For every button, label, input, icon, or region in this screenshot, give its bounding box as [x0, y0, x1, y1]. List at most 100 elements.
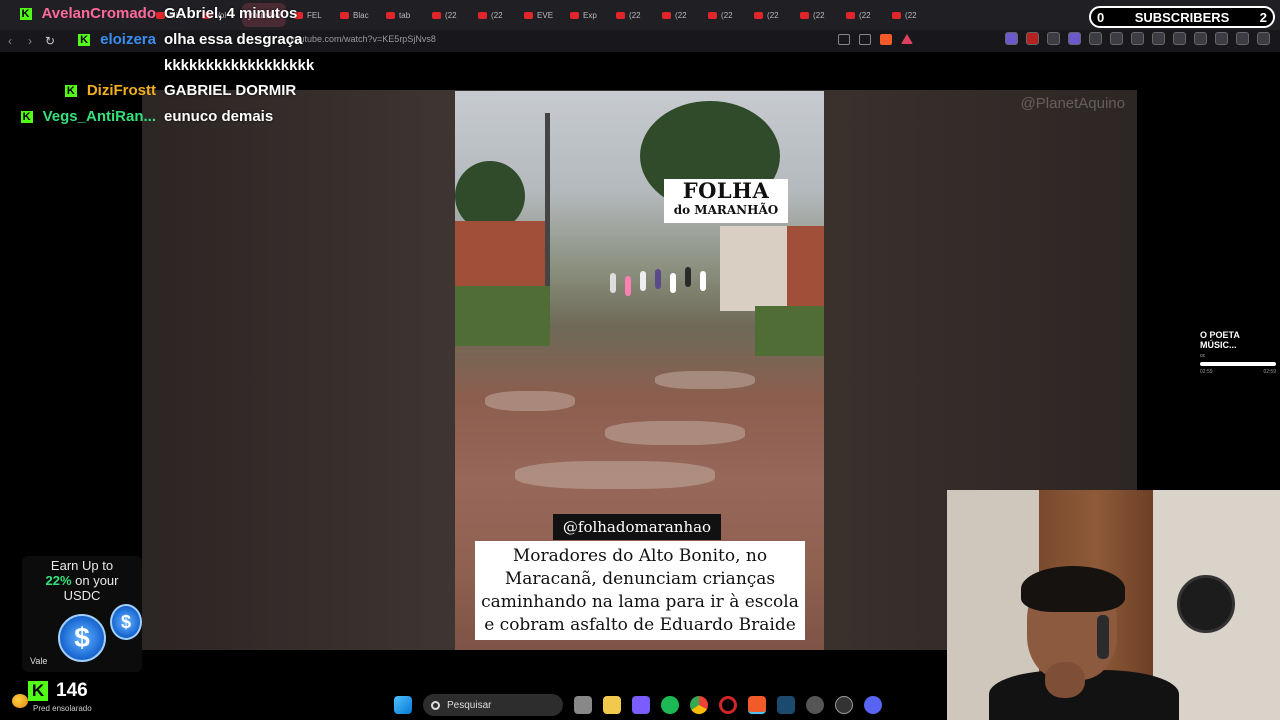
video-frame[interactable]: FOLHA do MARANHÃO @folhadomaranhao Morad…	[455, 91, 824, 650]
windows-start-icon[interactable]	[394, 696, 412, 714]
chat-username: Vegs_AntiRan...	[42, 108, 156, 125]
reload-icon[interactable]: ↻	[40, 34, 60, 48]
browser-tab[interactable]: (22	[840, 3, 884, 27]
kick-badge-icon: K	[64, 84, 77, 97]
song-artist: oc	[1200, 353, 1206, 359]
chat-username: AvelanCromado	[41, 5, 156, 22]
puzzle-icon[interactable]	[1110, 32, 1123, 45]
usdc-coin-icon: $	[110, 604, 142, 640]
taskbar: Pesquisar	[394, 694, 882, 716]
child-figure	[685, 267, 691, 287]
scene-house	[720, 226, 790, 311]
chat-message: GAbriel, 4 minutos	[164, 5, 298, 22]
address-bar-url[interactable]: youtube.com/watch?v=KE5rpSjNvs8	[290, 34, 436, 44]
chat-user-line: K AvelanCromado	[19, 5, 156, 22]
app-icon[interactable]	[835, 696, 853, 714]
browser-tab[interactable]: (22	[656, 3, 700, 27]
task-view-icon[interactable]	[574, 696, 592, 714]
apps-icon[interactable]	[632, 696, 650, 714]
browser-tab-label: Blac	[353, 10, 369, 20]
browser-tab[interactable]: Blac	[334, 3, 378, 27]
wallet-icon[interactable]	[1194, 32, 1207, 45]
share-icon[interactable]	[859, 34, 871, 45]
taskbar-search[interactable]: Pesquisar	[423, 694, 563, 716]
extension-icon[interactable]	[1131, 32, 1144, 45]
webcam-person-hand	[1045, 662, 1085, 698]
browser-tab-label: (22	[491, 10, 503, 20]
browser-tab-label: (22	[721, 10, 733, 20]
sidebar-icon[interactable]	[1173, 32, 1186, 45]
subscribers-label: SUBSCRIBERS	[1134, 9, 1230, 25]
news-handle: @folhadomaranhao	[553, 514, 721, 540]
subscribers-left-count: 0	[1097, 9, 1105, 25]
extension-icon[interactable]	[1026, 32, 1039, 45]
brave-icon[interactable]	[748, 696, 766, 714]
screen-cast-icon[interactable]	[838, 34, 850, 45]
extension-icon[interactable]	[1005, 32, 1018, 45]
menu-icon[interactable]	[1257, 32, 1270, 45]
browser-tab[interactable]: (22	[426, 3, 470, 27]
chat-message: olha essa desgraça	[164, 31, 303, 48]
forward-icon[interactable]: ›	[20, 34, 40, 48]
browser-tab-label: tab	[399, 10, 411, 20]
kick-follower-count: K 146	[28, 680, 88, 702]
discord-icon[interactable]	[864, 696, 882, 714]
subscribers-counter: 0 SUBSCRIBERS 2	[1089, 6, 1275, 28]
steam-icon[interactable]	[777, 696, 795, 714]
brave-shields-icon[interactable]	[880, 34, 892, 45]
tab-favicon-icon	[892, 11, 902, 19]
child-figure	[700, 271, 706, 291]
tab-favicon-icon	[616, 11, 626, 19]
weather-text[interactable]: Pred ensolarado	[33, 704, 92, 713]
leo-icon[interactable]	[1215, 32, 1228, 45]
weather-icon[interactable]	[12, 694, 28, 708]
browser-tab[interactable]: (22	[886, 3, 930, 27]
browser-tab[interactable]: tab	[380, 3, 424, 27]
tab-favicon-icon	[478, 11, 488, 19]
channel-watermark: @PlanetAquino	[1020, 95, 1125, 112]
brave-rewards-icon[interactable]	[901, 34, 913, 44]
browser-tab[interactable]: (22	[748, 3, 792, 27]
utility-pole	[545, 113, 550, 293]
kick-badge-icon: K	[19, 7, 32, 20]
browser-tab[interactable]: EVE	[518, 3, 562, 27]
ad-line-3: USDC	[63, 588, 101, 603]
folha-maranhao-logo: FOLHA do MARANHÃO	[664, 179, 788, 223]
browser-tab[interactable]: (22	[472, 3, 516, 27]
extension-icon[interactable]	[1047, 32, 1060, 45]
subscribers-right-count: 2	[1259, 9, 1267, 25]
tab-favicon-icon	[662, 11, 672, 19]
child-figure	[670, 273, 676, 293]
browser-tab[interactable]: (22	[702, 3, 746, 27]
ad-highlight: 22%	[45, 573, 72, 588]
vpn-icon[interactable]	[1236, 32, 1249, 45]
extension-icon[interactable]	[1089, 32, 1102, 45]
browser-tab[interactable]: Exp	[564, 3, 608, 27]
spotify-icon[interactable]	[661, 696, 679, 714]
child-figure	[625, 276, 631, 296]
chat-username: DiziFrostt	[86, 82, 156, 99]
extension-icon[interactable]	[1068, 32, 1081, 45]
opera-icon[interactable]	[719, 696, 737, 714]
browser-tab-label: (22	[813, 10, 825, 20]
tab-favicon-icon	[846, 11, 856, 19]
mud-puddle	[485, 391, 575, 411]
webcam-headphone	[1097, 615, 1109, 659]
media-icon[interactable]	[1152, 32, 1165, 45]
tab-favicon-icon	[708, 11, 718, 19]
usdc-ad-widget[interactable]: Earn Up to 22% on your USDC $ $ Vale	[22, 556, 142, 672]
chrome-icon[interactable]	[690, 696, 708, 714]
chat-user-line: K DiziFrostt	[64, 82, 156, 99]
chat-message: kkkkkkkkkkkkkkkkkk	[164, 57, 315, 74]
ad-line-2: 22% on your	[22, 573, 142, 588]
child-figure	[610, 273, 616, 293]
browser-tab-label: (22	[767, 10, 779, 20]
song-time-start: 02:59	[1200, 369, 1213, 375]
back-icon[interactable]: ‹	[0, 34, 20, 48]
kick-badge-icon: K	[78, 33, 91, 46]
app-icon[interactable]	[806, 696, 824, 714]
browser-tab[interactable]: (22	[610, 3, 654, 27]
ad-vale-label: Vale	[30, 656, 48, 666]
file-explorer-icon[interactable]	[603, 696, 621, 714]
browser-tab[interactable]: (22	[794, 3, 838, 27]
